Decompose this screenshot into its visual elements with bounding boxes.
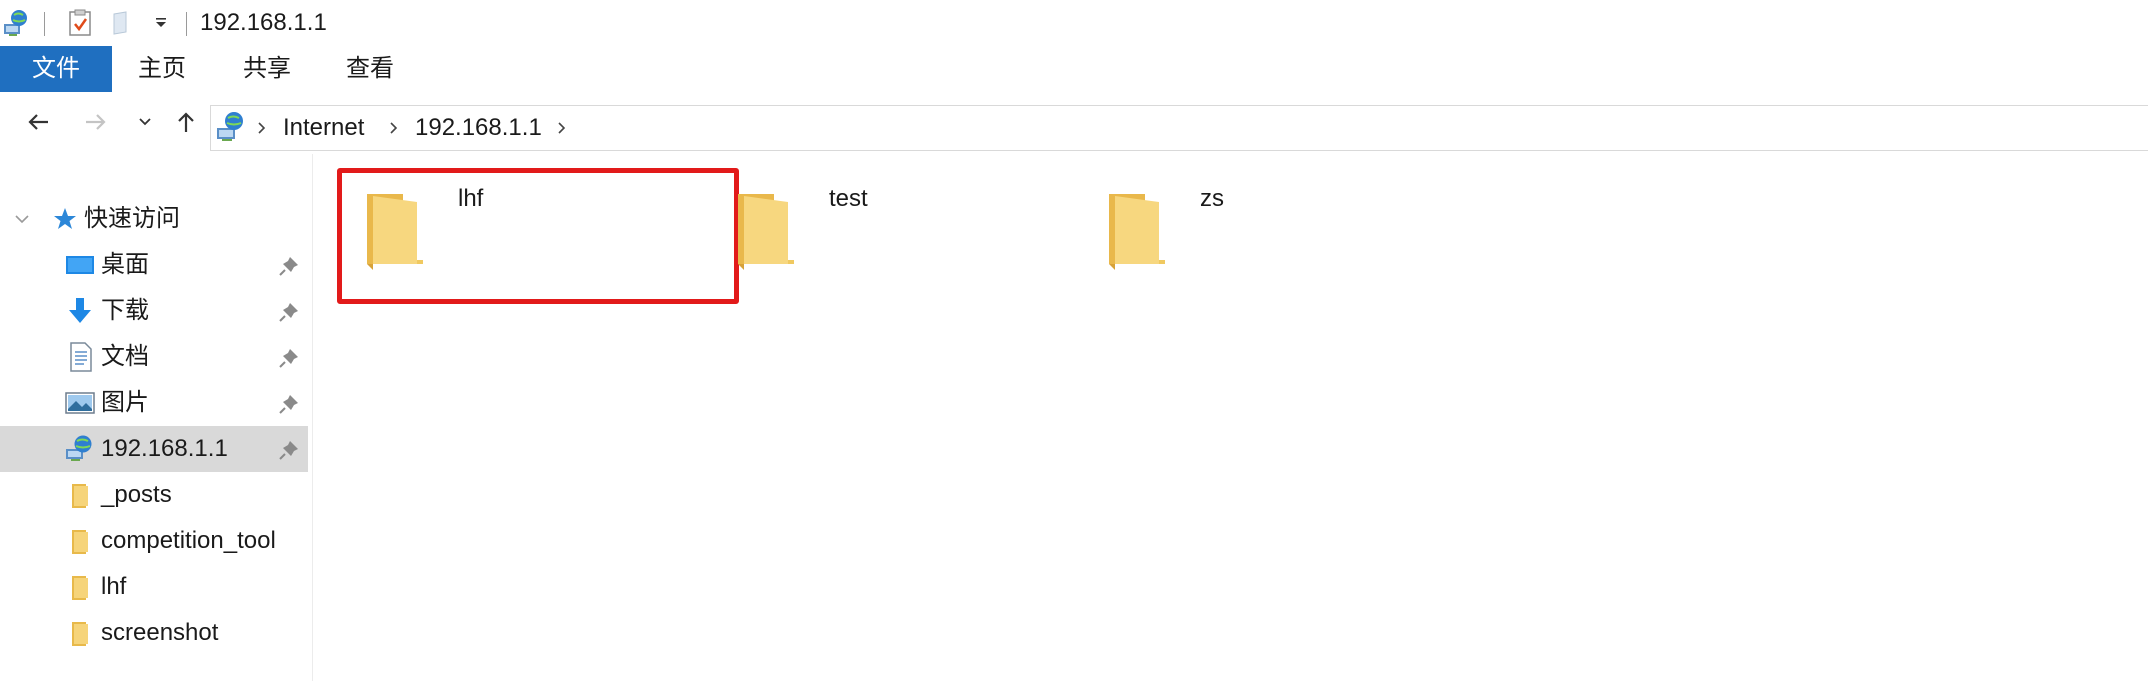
- folder-item-lhf[interactable]: lhf: [313, 184, 733, 294]
- sidebar-item-lhf[interactable]: lhf: [0, 564, 308, 610]
- tab-share[interactable]: 共享: [227, 46, 307, 92]
- sidebar-item-label: _posts: [101, 481, 172, 508]
- sidebar-item-downloads[interactable]: 下载: [0, 288, 308, 334]
- folder-icon: [72, 622, 88, 646]
- folder-name: zs: [1200, 185, 1224, 212]
- pin-icon[interactable]: [278, 439, 300, 461]
- navigation-bar: Internet 192.168.1.1: [0, 92, 2148, 154]
- star-icon: [54, 208, 76, 229]
- back-button[interactable]: [20, 104, 56, 140]
- sidebar-item-competition-tool[interactable]: competition_tool: [0, 518, 308, 564]
- folder-name: test: [829, 185, 868, 212]
- folder-icon: [367, 194, 423, 270]
- sidebar-item-label: competition_tool: [101, 527, 276, 554]
- sidebar-item-pictures[interactable]: 图片: [0, 380, 308, 426]
- chevron-down-icon[interactable]: [14, 213, 30, 225]
- pin-icon[interactable]: [278, 393, 300, 415]
- back-arrow-icon: [28, 114, 48, 130]
- breadcrumb-192-168-1-1[interactable]: 192.168.1.1: [415, 106, 542, 150]
- file-list: lhf test zs: [313, 154, 2148, 681]
- pictures-icon: [65, 392, 95, 414]
- pin-icon[interactable]: [278, 347, 300, 369]
- quick-access-label: 快速访问: [84, 205, 180, 232]
- sidebar-item-label: 下载: [101, 297, 149, 324]
- sidebar-item-label: 桌面: [101, 251, 149, 278]
- pin-icon[interactable]: [278, 255, 300, 277]
- title-bar: 192.168.1.1: [0, 0, 2148, 46]
- sidebar-item-desktop[interactable]: 桌面: [0, 242, 308, 288]
- recent-locations-button[interactable]: [128, 104, 162, 140]
- folder-icon: [72, 576, 88, 600]
- folder-icon: [72, 530, 88, 554]
- chevron-right-icon[interactable]: [257, 106, 267, 150]
- network-location-icon[interactable]: [0, 0, 32, 46]
- window-title: 192.168.1.1: [200, 9, 327, 36]
- sidebar-item-label: lhf: [101, 573, 127, 600]
- sidebar-item-label: 图片: [101, 389, 149, 416]
- tab-view[interactable]: 查看: [330, 46, 410, 92]
- navigation-pane: 快速访问 桌面 下载 文档 图片 192.168.1.1 _posts comp…: [0, 154, 313, 681]
- customize-toolbar-icon[interactable]: [148, 0, 174, 46]
- breadcrumb-internet[interactable]: Internet: [283, 106, 364, 150]
- download-icon: [69, 298, 91, 323]
- network-location-icon: [215, 110, 245, 144]
- forward-arrow-icon: [86, 114, 106, 130]
- documents-icon: [70, 342, 92, 372]
- ribbon-tabs: 文件 主页 共享 查看: [0, 46, 2148, 93]
- sidebar-item-label: 文档: [101, 343, 149, 370]
- properties-icon[interactable]: [64, 0, 96, 46]
- pin-icon[interactable]: [278, 301, 300, 323]
- tab-file[interactable]: 文件: [0, 46, 112, 92]
- sidebar-item-network-location[interactable]: 192.168.1.1: [0, 426, 308, 472]
- tab-home[interactable]: 主页: [122, 46, 202, 92]
- forward-button[interactable]: [78, 104, 114, 140]
- sidebar-item-label: screenshot: [101, 619, 219, 646]
- quick-access[interactable]: 快速访问: [0, 196, 308, 242]
- network-location-icon: [66, 435, 92, 461]
- up-arrow-icon: [178, 112, 194, 132]
- folder-icon: [738, 194, 794, 270]
- sidebar-item-posts[interactable]: _posts: [0, 472, 308, 518]
- up-button[interactable]: [168, 104, 204, 140]
- sidebar-item-documents[interactable]: 文档: [0, 334, 308, 380]
- new-folder-icon[interactable]: [108, 0, 136, 46]
- address-bar[interactable]: Internet 192.168.1.1: [210, 105, 2148, 151]
- sidebar-item-label: 192.168.1.1: [101, 435, 228, 462]
- desktop-icon: [66, 256, 94, 274]
- chevron-right-icon[interactable]: [389, 106, 399, 150]
- folder-item-test[interactable]: test: [684, 184, 1104, 294]
- chevron-right-icon[interactable]: [557, 106, 567, 150]
- folder-icon: [72, 484, 88, 508]
- folder-name: lhf: [458, 185, 484, 212]
- folder-item-zs[interactable]: zs: [1055, 184, 1475, 294]
- chevron-down-icon: [139, 118, 151, 126]
- sidebar-item-screenshot[interactable]: screenshot: [0, 610, 308, 656]
- folder-icon: [1109, 194, 1165, 270]
